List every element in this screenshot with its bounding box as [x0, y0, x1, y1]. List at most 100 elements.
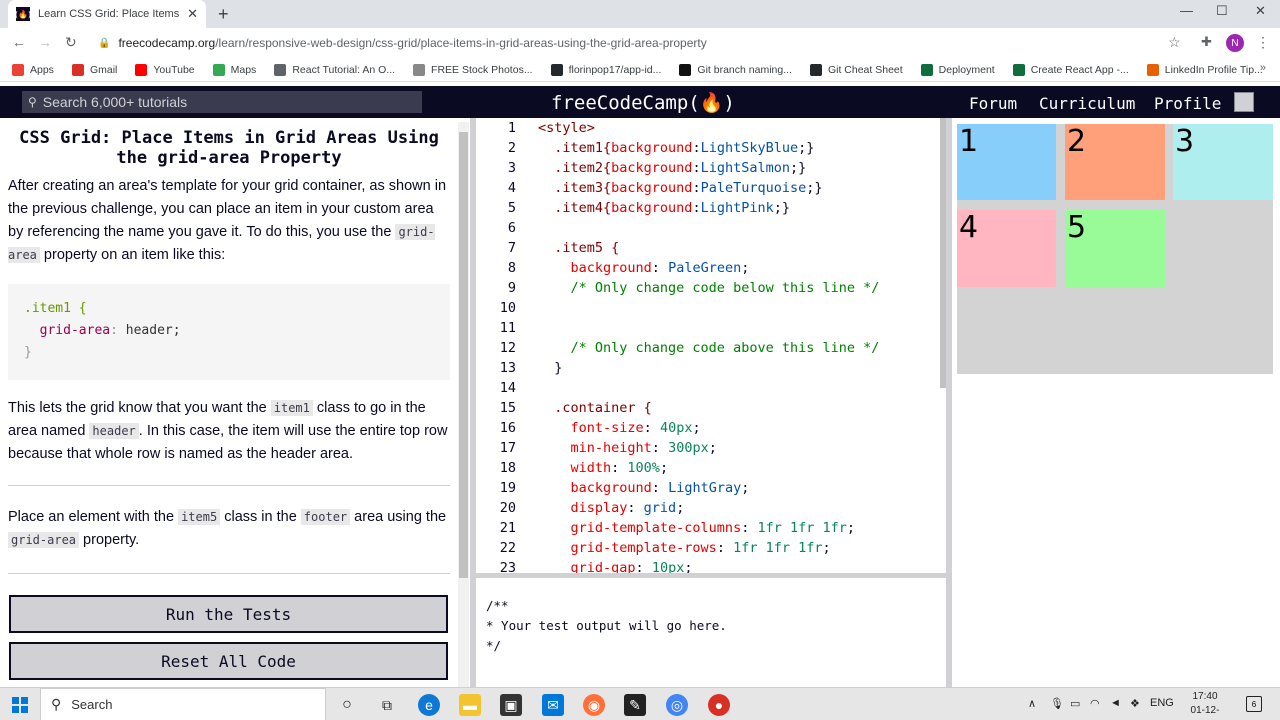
code-line[interactable]: grid-template-columns: 1fr 1fr 1fr;	[538, 520, 856, 536]
line-number: 21	[499, 520, 516, 536]
reset-code-button[interactable]: Reset All Code	[9, 642, 448, 680]
edge-icon[interactable]: e	[418, 694, 440, 716]
code-line[interactable]: <style>	[538, 120, 595, 136]
bookmark-item[interactable]: React Tutorial: An O...	[274, 63, 395, 76]
line-number: 6	[507, 220, 516, 236]
cortana-icon[interactable]: ○	[336, 694, 358, 716]
bookmark-label: FREE Stock Photos...	[431, 63, 533, 76]
fcc-navbar: ⚲ Search 6,000+ tutorials freeCodeCamp(🔥…	[0, 86, 1280, 118]
code-line[interactable]: font-size: 40px;	[538, 420, 701, 436]
bookmark-item[interactable]: Maps	[212, 63, 256, 76]
microphone-icon[interactable]: 🎙	[1050, 697, 1064, 710]
menu-kebab-icon[interactable]: ⋮	[1256, 34, 1270, 51]
reload-icon[interactable]: ↻	[65, 34, 77, 51]
windows-start-icon[interactable]	[12, 697, 28, 713]
bookmark-item[interactable]: LinkedIn Profile Tip...	[1146, 63, 1263, 76]
taskbar-search-input[interactable]: ⚲ Search	[40, 688, 326, 720]
freecodecamp-favicon-icon: (🔥)	[15, 7, 31, 21]
store-icon[interactable]: ▣	[500, 694, 522, 716]
line-number: 17	[499, 440, 516, 456]
code-line[interactable]: }	[538, 360, 562, 376]
instructions-scrollbar[interactable]	[458, 122, 469, 687]
code-line[interactable]: /* Only change code below this line */	[538, 280, 880, 296]
code-line[interactable]: grid-gap: 10px;	[538, 560, 693, 573]
profile-avatar[interactable]: N	[1226, 34, 1244, 52]
bookmark-item[interactable]: Gmail	[71, 63, 118, 76]
task-view-icon[interactable]: ⧉	[376, 694, 398, 716]
nav-curriculum[interactable]: Curriculum	[1039, 94, 1135, 113]
clock[interactable]: 17:40 01-12-2020	[1180, 690, 1230, 720]
user-avatar[interactable]	[1234, 92, 1254, 112]
line-number: 12	[499, 340, 516, 356]
battery-icon[interactable]: ▭	[1070, 697, 1080, 710]
bookmark-label: Gmail	[89, 63, 118, 76]
nav-forum[interactable]: Forum	[969, 94, 1017, 113]
code-line[interactable]: /* Only change code above this line */	[538, 340, 880, 356]
bookmark-favicon-icon	[679, 63, 692, 76]
bookmark-item[interactable]: FREE Stock Photos...	[413, 63, 533, 76]
address-bar[interactable]: 🔒 freecodecamp.org/learn/responsive-web-…	[92, 30, 1192, 56]
back-icon[interactable]: ←	[12, 34, 26, 50]
fcc-logo[interactable]: freeCodeCamp(🔥)	[551, 91, 735, 114]
code-line[interactable]: .item5 {	[538, 240, 619, 256]
code-line[interactable]: .item3{background:PaleTurquoise;}	[538, 180, 822, 196]
code-line[interactable]: min-height: 300px;	[538, 440, 717, 456]
bookmark-item[interactable]: Git branch naming...	[679, 63, 792, 76]
dropbox-icon[interactable]: ❖	[1130, 697, 1140, 710]
code-editor[interactable]: 1 2 3 4 5 6 7 8 9 10 11 12 13 14 15 16 17 18 19 20 21 22 23 <st…	[476, 118, 946, 573]
browser-tab[interactable]: (🔥) Learn CSS Grid: Place Items in Gr ✕	[8, 0, 206, 28]
line-number: 5	[507, 200, 516, 216]
clock-date: 01-12-2020	[1190, 705, 1220, 720]
recorder-icon[interactable]: ●	[708, 694, 730, 716]
bookmark-label: Git Cheat Sheet	[827, 63, 903, 76]
bookmark-favicon-icon	[274, 63, 287, 76]
nav-profile[interactable]: Profile	[1154, 94, 1221, 113]
close-tab-icon[interactable]: ✕	[187, 6, 198, 22]
code-line[interactable]: background: PaleGreen;	[538, 260, 750, 276]
file-explorer-icon[interactable]: ▬	[459, 694, 481, 716]
volume-icon[interactable]: ◄	[1110, 697, 1121, 709]
line-number: 4	[507, 180, 516, 196]
forward-icon[interactable]: →	[38, 34, 52, 50]
show-hidden-icons-icon[interactable]: ∧	[1028, 697, 1036, 710]
code-line[interactable]: width: 100%;	[538, 460, 669, 476]
language-indicator[interactable]: ENG	[1150, 697, 1174, 709]
code-line[interactable]: .item2{background:LightSalmon;}	[538, 160, 806, 176]
run-tests-button[interactable]: Run the Tests	[9, 595, 448, 633]
bookmark-favicon-icon	[413, 63, 426, 76]
wifi-icon[interactable]: ◠	[1090, 697, 1100, 710]
search-icon: ⚲	[28, 95, 37, 109]
bookmark-favicon-icon	[1146, 63, 1159, 76]
code-line[interactable]: background: LightGray;	[538, 480, 750, 496]
bookmarks-bar: Apps Gmail YouTube Maps React Tutorial: An O…	[0, 58, 1280, 82]
bookmark-item[interactable]: Deployment	[920, 63, 995, 76]
new-tab-icon[interactable]: +	[218, 4, 229, 25]
bookmark-item[interactable]: Create React App -...	[1012, 63, 1129, 76]
maximize-icon[interactable]: ☐	[1216, 3, 1228, 19]
bookmark-item[interactable]: YouTube	[135, 63, 195, 76]
notification-center-icon[interactable]: 6	[1246, 696, 1262, 712]
code-line[interactable]: grid-template-rows: 1fr 1fr 1fr;	[538, 540, 831, 556]
more-bookmarks-icon[interactable]: »	[1260, 62, 1266, 74]
minimize-icon[interactable]: —	[1180, 3, 1193, 18]
code-line[interactable]: .container {	[538, 400, 652, 416]
bookmark-label: LinkedIn Profile Tip...	[1164, 63, 1263, 76]
bookmark-item[interactable]: Git Cheat Sheet	[809, 63, 903, 76]
line-number: 19	[499, 480, 516, 496]
code-line[interactable]: display: grid;	[538, 500, 685, 516]
tutorial-search-input[interactable]: ⚲ Search 6,000+ tutorials	[22, 91, 422, 113]
firefox-icon[interactable]: ◉	[583, 694, 605, 716]
example-code-block: .item1 { grid-area: header; }	[8, 284, 450, 380]
code-line[interactable]: .item4{background:LightPink;}	[538, 200, 790, 216]
windows-taskbar: ⚲ Search ○ ⧉ e ▬ ▣ ✉ ◉ ✎ ◎ ● ∧ 🎙 ▭ ◠ ◄ ❖…	[0, 687, 1280, 720]
sticky-notes-icon[interactable]: ✎	[624, 694, 646, 716]
bookmark-star-icon[interactable]: ☆	[1168, 34, 1181, 51]
close-window-icon[interactable]: ✕	[1255, 3, 1266, 19]
chrome-icon[interactable]: ◎	[666, 694, 688, 716]
scrollbar-thumb[interactable]	[459, 132, 468, 578]
bookmark-item[interactable]: Apps	[12, 63, 54, 76]
extensions-puzzle-icon[interactable]: ✚	[1201, 34, 1212, 50]
code-line[interactable]: .item1{background:LightSkyBlue;}	[538, 140, 814, 156]
mail-icon[interactable]: ✉	[542, 694, 564, 716]
bookmark-item[interactable]: florinpop17/app-id...	[550, 63, 661, 76]
